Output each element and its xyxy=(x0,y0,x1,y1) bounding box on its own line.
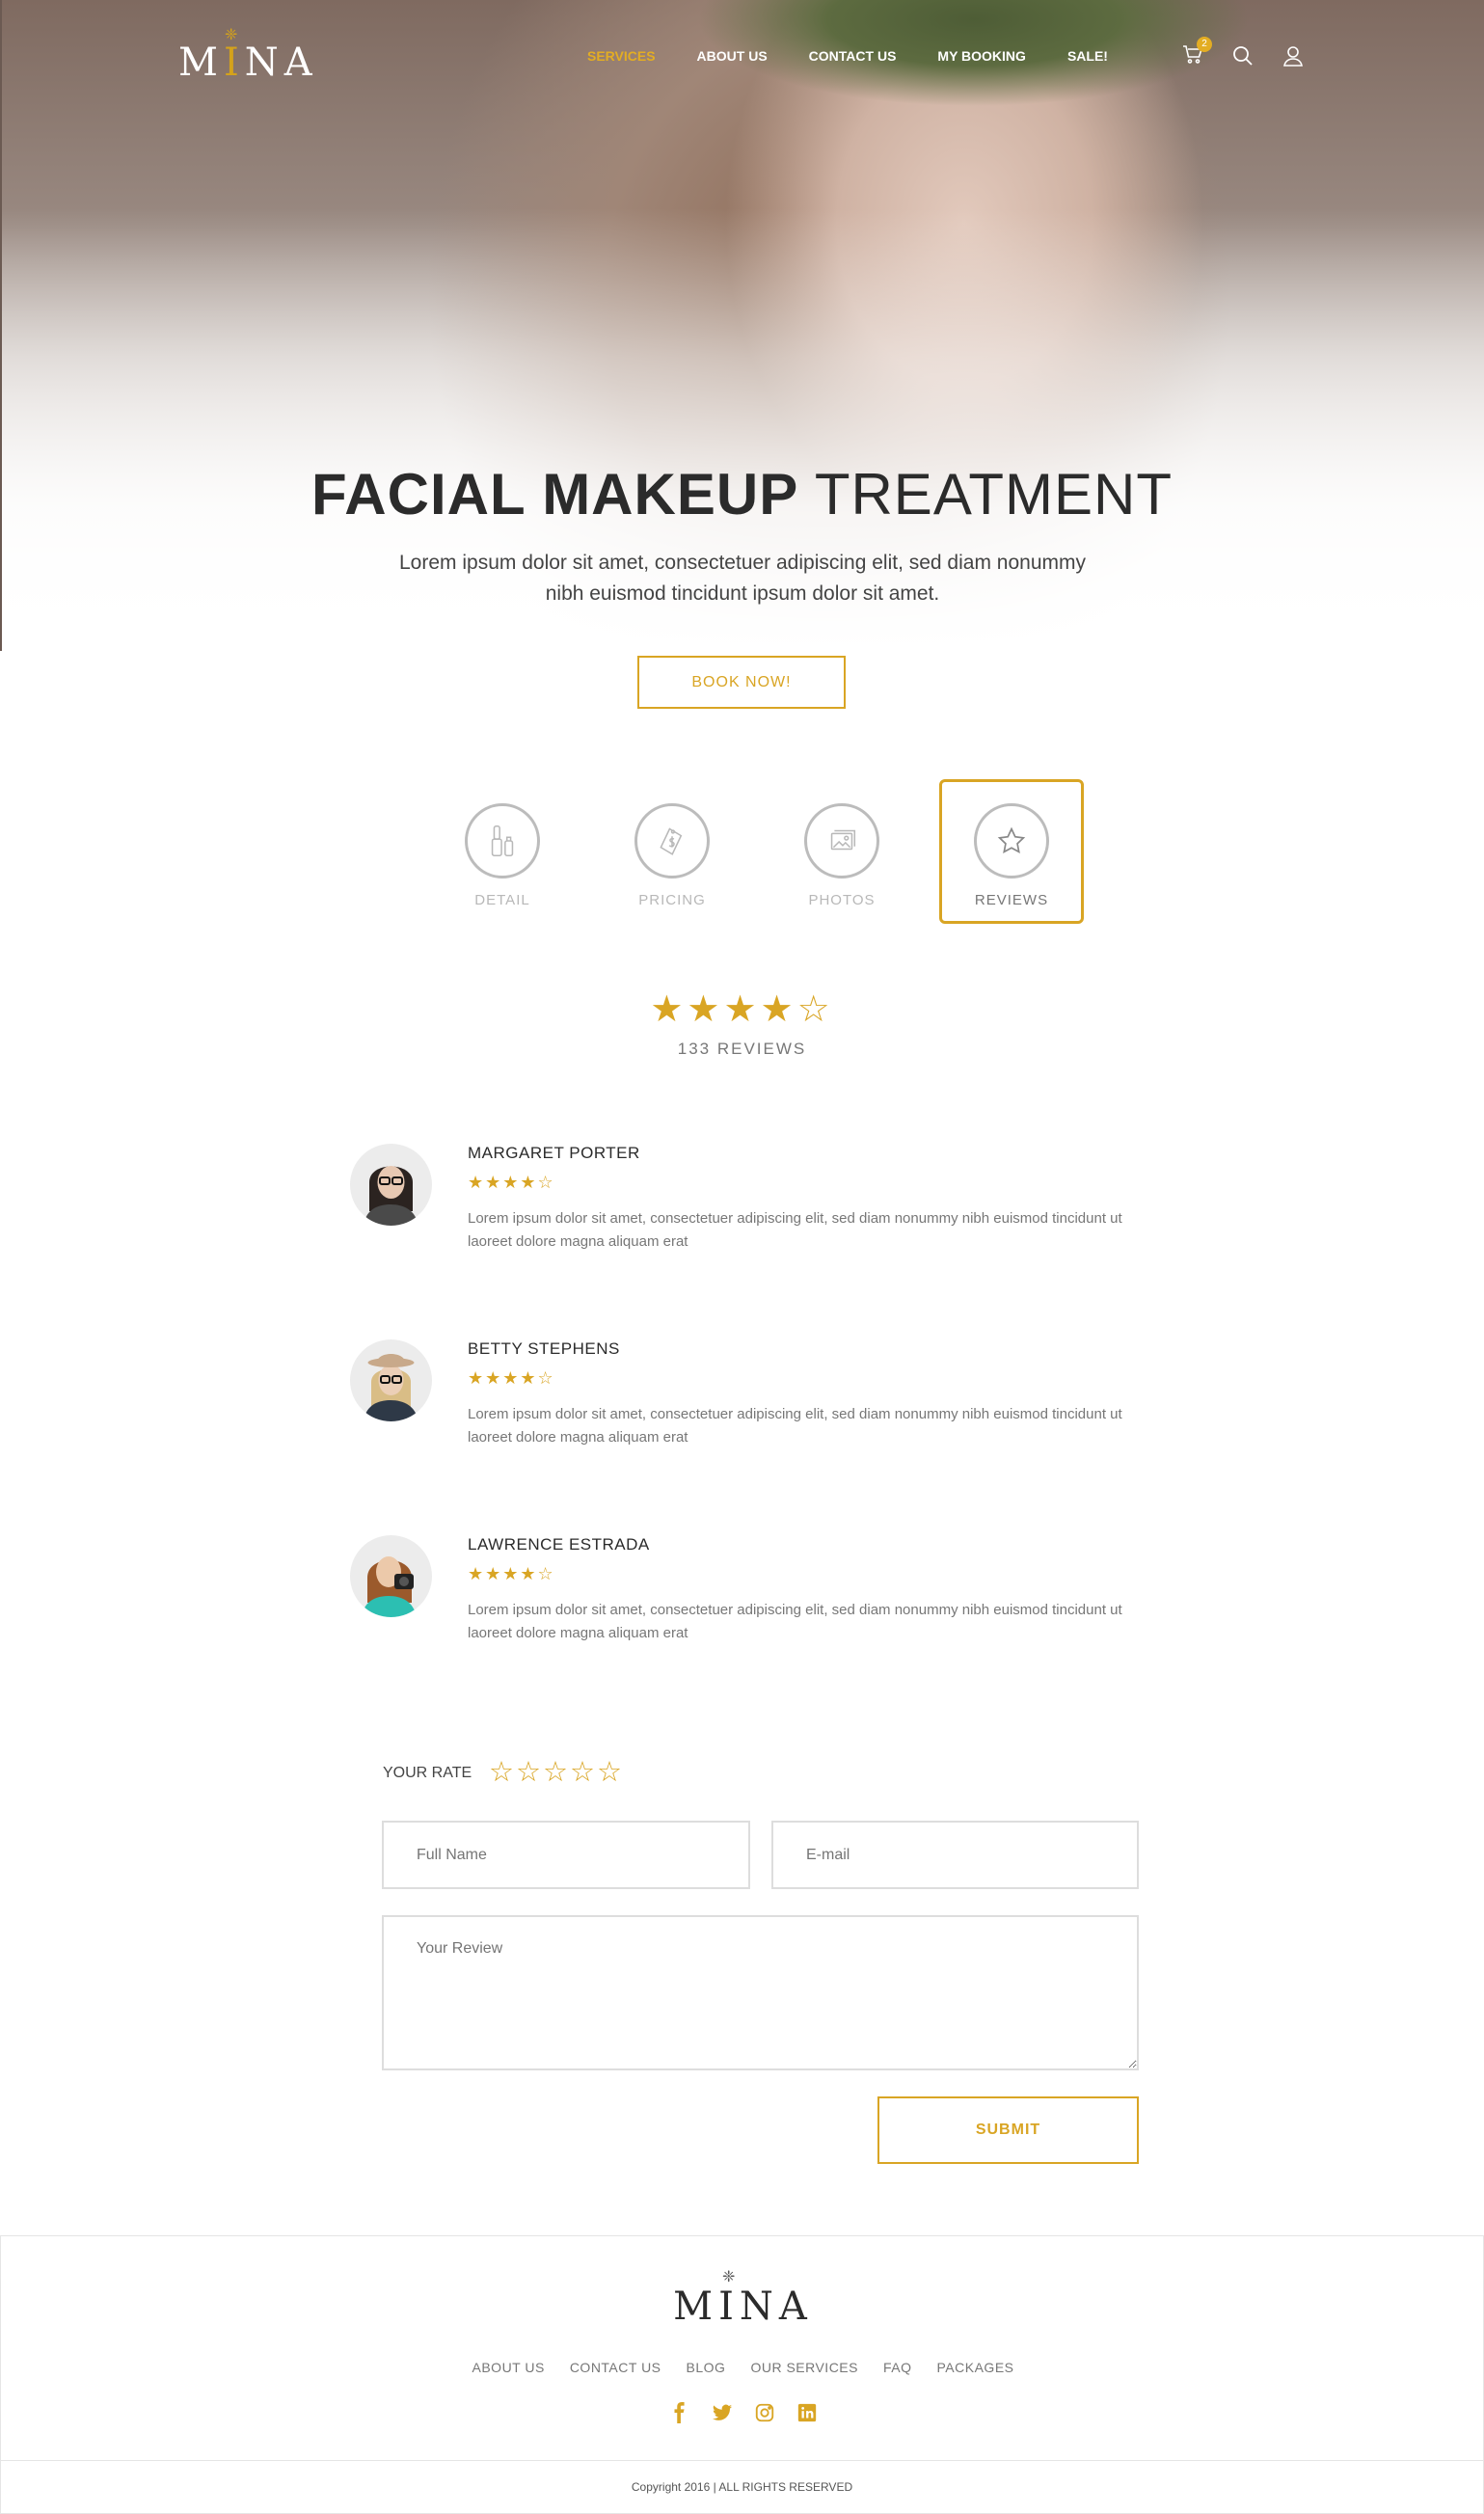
logo-flower-icon: ❈ xyxy=(225,25,238,43)
rate-stars-input[interactable]: ☆☆☆☆☆ xyxy=(489,1755,624,1788)
hero-subtitle: Lorem ipsum dolor sit amet, consectetuer… xyxy=(399,552,1086,605)
copyright-bar: Copyright 2016 | ALL RIGHTS RESERVED xyxy=(1,2460,1483,2513)
nav-about-us[interactable]: ABOUT US xyxy=(697,48,768,64)
review-item: BETTY STEPHENS ★★★★☆ Lorem ipsum dolor s… xyxy=(350,1339,1141,1503)
main-nav: SERVICES ABOUT US CONTACT US MY BOOKING … xyxy=(587,48,1108,64)
review-stars: ★★★★☆ xyxy=(468,1173,555,1193)
logo-flower-icon: ❈ xyxy=(722,2267,736,2285)
review-text: Lorem ipsum dolor sit amet, consectetuer… xyxy=(468,1406,1122,1446)
review-item: MARGARET PORTER ★★★★☆ Lorem ipsum dolor … xyxy=(350,1144,1141,1308)
your-rate-label: YOUR RATE xyxy=(383,1765,472,1781)
facebook-icon[interactable] xyxy=(669,2402,690,2423)
hero-section: ❈ MINA SERVICES ABOUT US CONTACT US MY BO… xyxy=(0,0,1484,651)
full-name-field[interactable] xyxy=(382,1821,750,1889)
nav-my-booking[interactable]: MY BOOKING xyxy=(937,48,1026,64)
tab-detail[interactable]: DETAIL xyxy=(430,779,575,924)
instagram-icon[interactable] xyxy=(754,2402,775,2423)
copyright-text: Copyright 2016 | ALL RIGHTS RESERVED xyxy=(631,2480,853,2494)
twitter-icon[interactable] xyxy=(712,2402,733,2423)
submit-button[interactable]: SUBMIT xyxy=(877,2096,1139,2164)
social-links xyxy=(1,2402,1484,2423)
avatar xyxy=(350,1339,432,1421)
service-tabs: DETAIL PRICING PHOTOS REVIEWS xyxy=(430,779,1084,924)
reviewer-name: LAWRENCE ESTRADA xyxy=(468,1535,650,1554)
footer-link-contact-us[interactable]: CONTACT US xyxy=(570,2360,661,2375)
linkedin-icon[interactable] xyxy=(796,2402,818,2423)
review-item: LAWRENCE ESTRADA ★★★★☆ Lorem ipsum dolor… xyxy=(350,1535,1141,1699)
footer-link-about-us[interactable]: ABOUT US xyxy=(472,2360,545,2375)
email-field[interactable] xyxy=(771,1821,1139,1889)
review-stars: ★★★★☆ xyxy=(468,1564,555,1584)
overall-rating-stars: ★★★★☆ xyxy=(650,987,834,1030)
review-count: 133 REVIEWS xyxy=(677,1040,807,1058)
tab-photos[interactable]: PHOTOS xyxy=(769,779,914,924)
tab-reviews[interactable]: REVIEWS xyxy=(939,779,1084,924)
nav-contact-us[interactable]: CONTACT US xyxy=(809,48,897,64)
makeup-icon xyxy=(491,825,514,856)
cart-count-badge: 2 xyxy=(1197,37,1212,52)
footer-link-our-services[interactable]: OUR SERVICES xyxy=(750,2360,858,2375)
tab-pricing[interactable]: PRICING xyxy=(600,779,744,924)
review-text: Lorem ipsum dolor sit amet, consectetuer… xyxy=(468,1210,1122,1250)
footer-nav: ABOUT US CONTACT US BLOG OUR SERVICES FA… xyxy=(1,2360,1484,2375)
brand-logo[interactable]: ❈ MINA xyxy=(178,25,318,85)
star-icon xyxy=(997,826,1026,854)
review-textarea[interactable] xyxy=(382,1915,1139,2070)
nav-sale[interactable]: SALE! xyxy=(1067,48,1108,64)
reviewer-name: BETTY STEPHENS xyxy=(468,1339,620,1358)
review-stars: ★★★★☆ xyxy=(468,1368,555,1389)
avatar xyxy=(350,1144,432,1226)
header-icons: 2 xyxy=(1181,37,1305,69)
price-tag-icon xyxy=(660,827,683,855)
footer-link-packages[interactable]: PACKAGES xyxy=(937,2360,1014,2375)
page-title: FACIAL MAKEUP TREATMENT xyxy=(310,462,1174,527)
search-icon[interactable] xyxy=(1231,44,1255,68)
cart-button[interactable]: 2 xyxy=(1181,37,1212,69)
photos-icon xyxy=(830,829,856,851)
user-icon[interactable] xyxy=(1282,44,1305,68)
reviewer-name: MARGARET PORTER xyxy=(468,1144,640,1162)
nav-services[interactable]: SERVICES xyxy=(587,48,656,64)
avatar xyxy=(350,1535,432,1617)
footer-link-blog[interactable]: BLOG xyxy=(687,2360,726,2375)
footer-link-faq[interactable]: FAQ xyxy=(883,2360,912,2375)
review-text: Lorem ipsum dolor sit amet, consectetuer… xyxy=(468,1602,1122,1641)
footer: ❈ MINA ABOUT US CONTACT US BLOG OUR SERVI… xyxy=(0,2235,1484,2514)
footer-logo[interactable]: ❈ MINA xyxy=(1,2267,1484,2329)
book-now-button[interactable]: BOOK NOW! xyxy=(637,656,846,709)
